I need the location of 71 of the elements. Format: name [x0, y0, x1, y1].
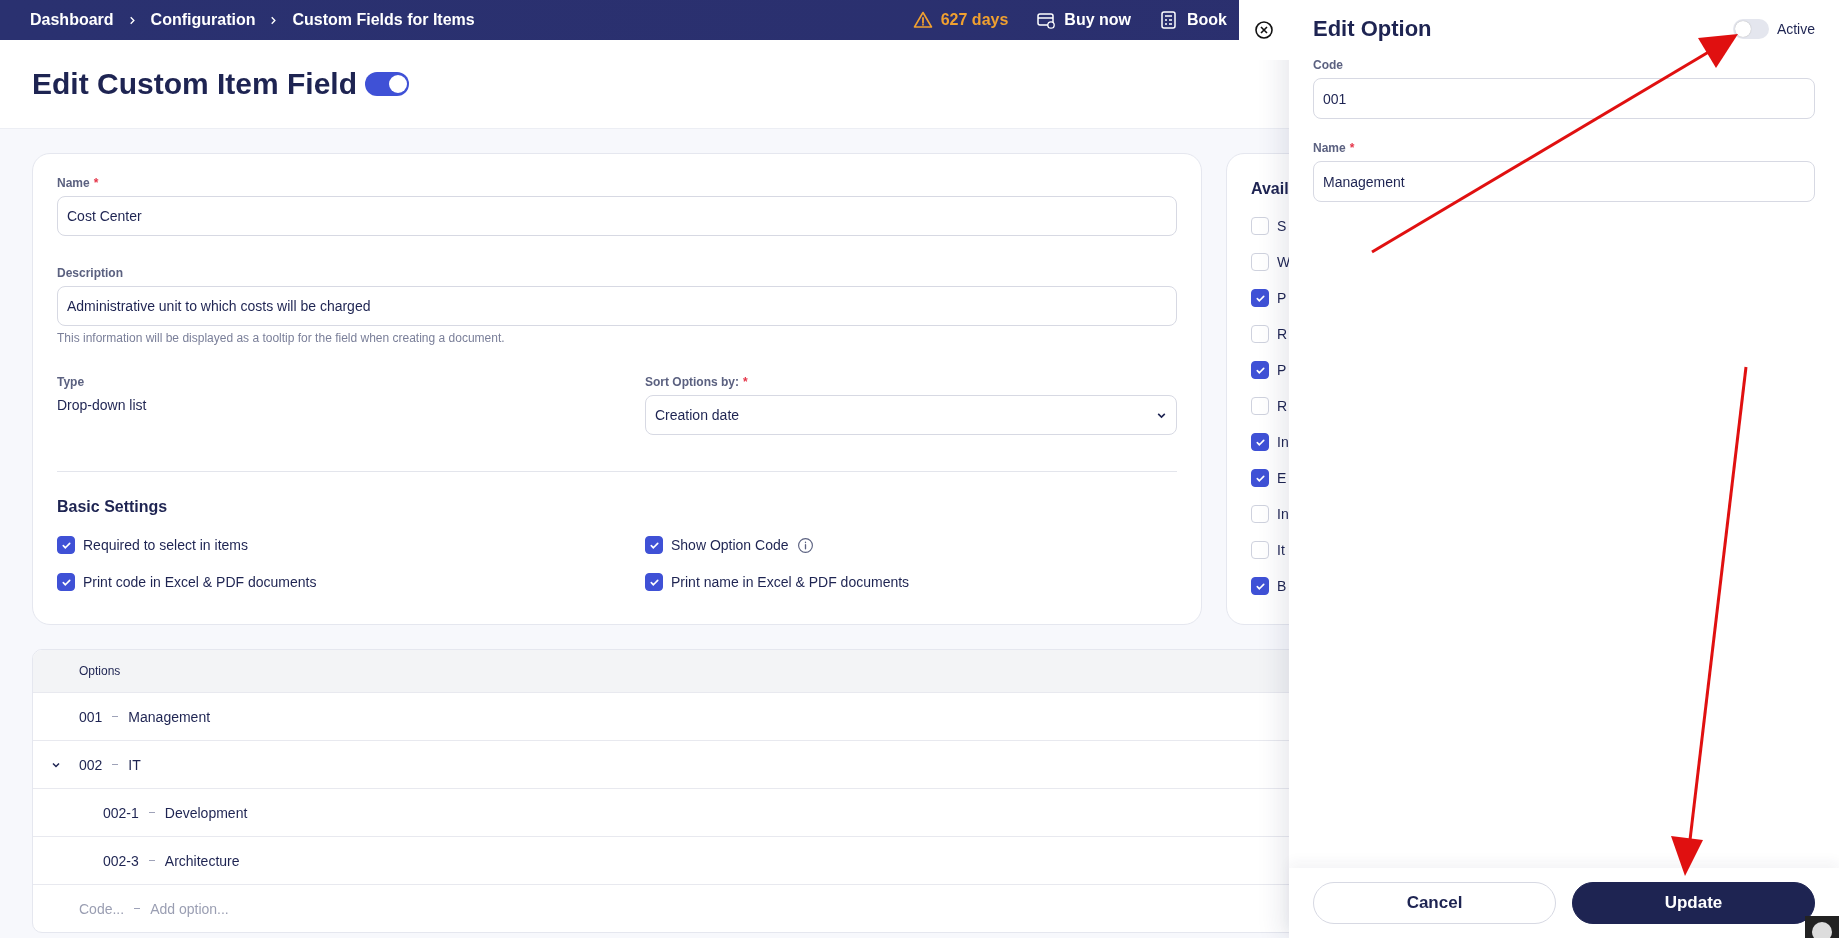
panel-title: Edit Option: [1313, 16, 1432, 42]
debug-toolbar-button[interactable]: [1805, 916, 1839, 938]
field-label: Name: [57, 176, 90, 190]
option-name: IT: [128, 756, 141, 773]
checkbox[interactable]: [57, 573, 75, 591]
description-field[interactable]: Administrative unit to which costs will be charged: [57, 286, 1177, 326]
field-label: Sort Options by:: [645, 375, 739, 389]
checkbox[interactable]: [645, 536, 663, 554]
option-name: Architecture: [164, 852, 240, 869]
breadcrumb-link[interactable]: Dashboard: [30, 11, 114, 29]
checkbox[interactable]: [57, 536, 75, 554]
name-field[interactable]: Management: [1313, 161, 1815, 202]
checkbox-label: Print name in Excel & PDF documents: [671, 574, 910, 590]
field-label: Name: [1313, 141, 1346, 155]
field-label: Description: [57, 266, 123, 280]
calculator-icon: [1159, 10, 1179, 30]
toggle-label: Active: [1776, 21, 1815, 37]
info-icon[interactable]: [796, 536, 814, 554]
checkbox-label: In: [1277, 434, 1289, 450]
top-action-link[interactable]: Buy now: [1064, 11, 1131, 29]
checkbox-label: R: [1277, 326, 1288, 342]
field-hint: This information will be displayed as a tooltip for the field when creating a document.: [57, 331, 506, 345]
checkbox-label: R: [1277, 398, 1288, 414]
checkbox-label: It: [1277, 542, 1285, 558]
chevron-right-icon: [269, 15, 279, 25]
checkbox[interactable]: [1251, 289, 1269, 307]
checkbox[interactable]: [645, 573, 663, 591]
top-action-link[interactable]: Book: [1187, 11, 1227, 29]
checkbox[interactable]: [1251, 577, 1269, 595]
checkbox-label: In: [1277, 506, 1289, 522]
warning-icon: [912, 10, 933, 30]
option-name: Management: [128, 708, 211, 725]
checkbox-label: S: [1277, 218, 1287, 234]
name-field[interactable]: Cost Center: [57, 196, 1177, 236]
checkbox[interactable]: [1251, 433, 1269, 451]
card-icon: [1036, 10, 1057, 30]
checkbox-label: P: [1277, 362, 1287, 378]
breadcrumb-link[interactable]: Configuration: [150, 11, 256, 29]
breadcrumb-link[interactable]: Custom Fields for Items: [292, 11, 475, 29]
field-label: Code: [1313, 58, 1343, 72]
checkbox-label: Print code in Excel & PDF documents: [83, 574, 317, 590]
sort-dropdown[interactable]: Creation date: [645, 395, 1177, 435]
cancel-button[interactable]: Cancel: [1313, 882, 1556, 924]
option-code: 002: [79, 756, 103, 773]
checkbox-label: W: [1277, 254, 1291, 270]
checkbox-label: Show Option Code: [671, 537, 789, 553]
option-code: 002-3: [103, 852, 139, 869]
toggle-switch[interactable]: [1732, 19, 1769, 39]
column-header: Options: [79, 664, 121, 678]
code-field[interactable]: 001: [1313, 78, 1815, 119]
required-mark: *: [743, 375, 748, 389]
option-code: 002-1: [103, 804, 139, 821]
checkbox-label: E: [1277, 470, 1287, 486]
option-name: Development: [164, 804, 248, 821]
close-icon: [1254, 20, 1274, 40]
checkbox-label: B: [1277, 578, 1287, 594]
type-value: Drop-down list: [57, 397, 148, 413]
toggle-switch[interactable]: [365, 72, 410, 96]
checkbox-label: Required to select in items: [83, 537, 248, 553]
checkbox[interactable]: [1251, 469, 1269, 487]
required-mark: *: [1349, 141, 1355, 155]
required-mark: *: [93, 176, 99, 190]
section-title: Avail: [1251, 180, 1289, 198]
page-title: Edit Custom Item Field: [32, 67, 358, 101]
field-label: Type: [57, 375, 85, 389]
top-action-link[interactable]: 627 days: [940, 11, 1009, 29]
option-code: 001: [79, 708, 103, 725]
checkbox[interactable]: [1251, 361, 1269, 379]
update-button[interactable]: Update: [1572, 882, 1815, 924]
section-title: Basic Settings: [57, 498, 168, 516]
checkbox-label: P: [1277, 290, 1287, 306]
